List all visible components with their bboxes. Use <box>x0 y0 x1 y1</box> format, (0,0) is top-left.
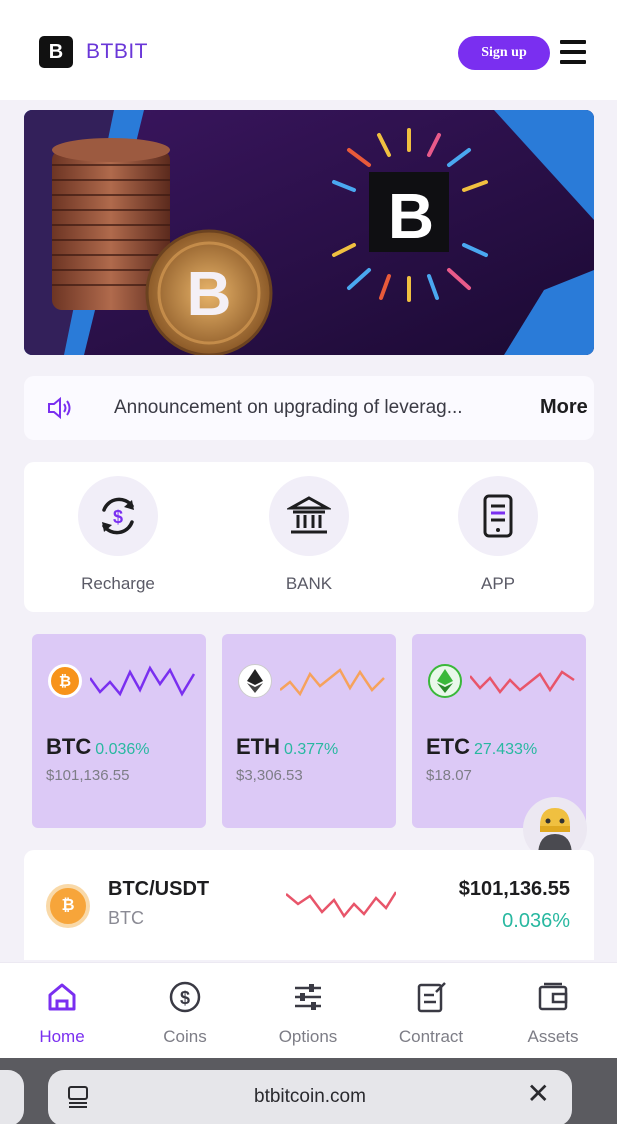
btc-sparkline <box>90 665 196 697</box>
pair-price: $101,136.55 <box>458 878 570 900</box>
announcement-bar[interactable]: Announcement on upgrading of leverag... … <box>24 376 594 440</box>
ethereum-classic-icon <box>428 664 462 698</box>
coin-price: $3,306.53 <box>236 767 303 784</box>
quick-actions-panel: $ Recharge BANK APP <box>24 462 594 612</box>
close-icon[interactable]: ✕ <box>527 1080 550 1108</box>
top-header: B BTBIT Sign up <box>0 0 617 100</box>
pair-name: BTC/USDT <box>108 878 210 900</box>
speaker-icon <box>48 396 71 420</box>
tab-label: Coins <box>163 1027 207 1046</box>
bitcoin-icon: ₿ <box>46 884 90 928</box>
coin-symbol: BTC 0.036% <box>46 734 150 759</box>
coin-change: 0.377% <box>284 741 339 758</box>
app-icon <box>458 476 538 556</box>
coin-symbol: ETC 27.433% <box>426 734 538 759</box>
bitcoin-icon: ₿ <box>48 664 82 698</box>
quick-action-bank[interactable]: BANK <box>239 476 379 594</box>
announcement-text[interactable]: Announcement on upgrading of leverag... <box>114 397 463 419</box>
promo-banner[interactable]: B B <box>24 110 594 355</box>
hamburger-menu-icon[interactable] <box>560 40 586 64</box>
pair-sparkline <box>286 891 396 919</box>
browser-address-bar: btbitcoin.com ✕ <box>0 1058 617 1124</box>
coin-price: $18.07 <box>426 767 472 784</box>
coin-card-btc[interactable]: ₿ BTC 0.036% $101,136.55 <box>32 634 206 828</box>
pair-base: BTC <box>108 908 144 928</box>
tab-home[interactable]: Home <box>12 977 112 1047</box>
url-text[interactable]: btbitcoin.com <box>48 1086 572 1108</box>
pair-change: 0.036% <box>502 910 570 932</box>
etc-sparkline <box>470 670 575 695</box>
svg-text:$: $ <box>113 507 123 527</box>
quick-action-label: BANK <box>285 574 333 593</box>
tab-label: Contract <box>398 1027 464 1046</box>
market-row-btc-usdt[interactable]: ₿ BTC/USDT BTC $101,136.55 0.036% <box>24 850 594 960</box>
coin-change: 27.433% <box>474 741 538 758</box>
tab-contract[interactable]: Contract <box>381 977 481 1047</box>
coin-price: $101,136.55 <box>46 767 130 784</box>
brand-name[interactable]: BTBIT <box>86 40 148 64</box>
coin-card-eth[interactable]: ETH 0.377% $3,306.53 <box>222 634 396 828</box>
coin-change: 0.036% <box>95 741 150 758</box>
svg-text:B: B <box>388 180 434 252</box>
quick-action-label: APP <box>480 574 516 593</box>
svg-text:$: $ <box>180 988 190 1008</box>
quick-action-label: Recharge <box>81 574 155 593</box>
url-pill[interactable]: btbitcoin.com ✕ <box>48 1070 572 1124</box>
wallet-icon <box>533 977 573 1017</box>
contract-icon <box>411 977 451 1017</box>
eth-sparkline <box>280 668 385 697</box>
svg-text:B: B <box>187 260 232 329</box>
tab-options[interactable]: Options <box>258 977 358 1047</box>
signup-button[interactable]: Sign up <box>458 36 550 70</box>
tab-label: Home <box>39 1027 85 1046</box>
tab-label: Assets <box>527 1027 579 1046</box>
banner-image: B B <box>24 110 594 355</box>
previous-tab-stub[interactable] <box>0 1070 24 1124</box>
coins-icon: $ <box>165 977 205 1017</box>
options-icon <box>288 977 328 1017</box>
announcement-more-link[interactable]: More <box>540 396 588 419</box>
bottom-tab-bar: Home $ Coins Options Contract Assets <box>0 962 617 1058</box>
tab-label: Options <box>278 1027 338 1046</box>
home-icon <box>42 977 82 1017</box>
coin-symbol: ETH 0.377% <box>236 734 339 759</box>
quick-action-app[interactable]: APP <box>428 476 568 594</box>
recharge-icon: $ <box>78 476 158 556</box>
brand-logo[interactable]: B <box>39 36 73 68</box>
quick-action-recharge[interactable]: $ Recharge <box>48 476 188 594</box>
tab-coins[interactable]: $ Coins <box>135 977 235 1047</box>
logo-letter: B <box>48 40 64 63</box>
ethereum-icon <box>238 664 272 698</box>
tab-assets[interactable]: Assets <box>503 977 603 1047</box>
bank-icon <box>269 476 349 556</box>
